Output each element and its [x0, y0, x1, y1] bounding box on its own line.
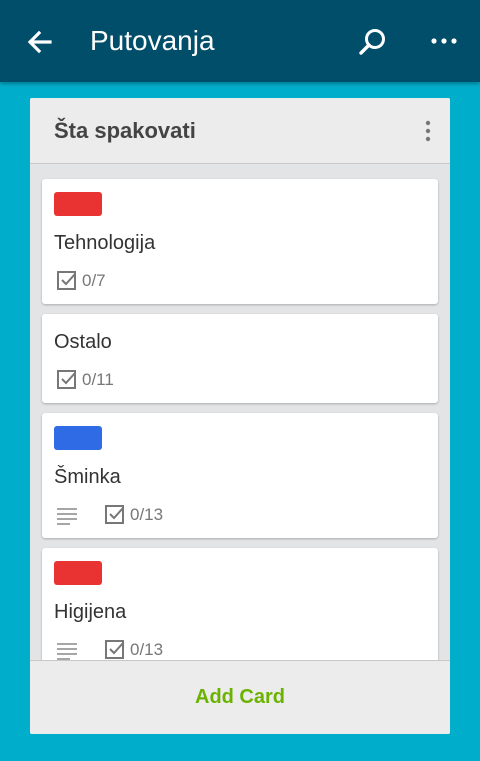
- checklist-count: 0/13: [130, 505, 164, 524]
- card[interactable]: Higijena 0/13: [42, 548, 438, 660]
- card-list[interactable]: Tehnologija 0/7 Ostalo 0/11 Šminka 0/13 …: [30, 164, 450, 660]
- arrow-left-icon[interactable]: [22, 24, 58, 60]
- description-icon: [57, 643, 77, 660]
- app-bar: Putovanja: [0, 0, 480, 82]
- board-title: Putovanja: [90, 25, 215, 56]
- checklist-count: 0/13: [130, 640, 164, 659]
- card-label-red: [54, 192, 102, 216]
- checklist-icon: [105, 505, 124, 524]
- list-title[interactable]: Šta spakovati: [54, 118, 196, 144]
- card-title: Higijena: [54, 601, 127, 623]
- list-header: Šta spakovati: [30, 98, 450, 164]
- card-title: Tehnologija: [54, 232, 156, 254]
- card-title: Šminka: [54, 466, 121, 488]
- card-label-red: [54, 561, 102, 585]
- checklist-badge: 0/13: [104, 639, 163, 660]
- more-horizontal-icon[interactable]: [424, 22, 464, 62]
- checklist-badge: 0/13: [104, 504, 163, 526]
- search-icon[interactable]: [352, 22, 392, 62]
- checklist-count: 0/7: [82, 271, 106, 290]
- checklist-icon: [57, 271, 76, 290]
- checklist-count: 0/11: [82, 370, 114, 389]
- card-title: Ostalo: [54, 331, 112, 353]
- list-column: Šta spakovati Tehnologija 0/7 Ostalo 0/1…: [30, 98, 450, 734]
- checklist-badge: 0/11: [56, 369, 114, 391]
- card-label-blue: [54, 426, 102, 450]
- checklist-icon: [105, 640, 124, 659]
- add-card-button[interactable]: Add Card: [195, 686, 285, 709]
- description-icon: [57, 508, 77, 525]
- add-card-footer: Add Card: [30, 660, 450, 734]
- card[interactable]: Šminka 0/13: [42, 413, 438, 538]
- checklist-icon: [57, 370, 76, 389]
- checklist-badge: 0/7: [56, 270, 106, 292]
- more-vertical-icon[interactable]: [418, 118, 438, 144]
- card[interactable]: Ostalo 0/11: [42, 314, 438, 403]
- card[interactable]: Tehnologija 0/7: [42, 179, 438, 304]
